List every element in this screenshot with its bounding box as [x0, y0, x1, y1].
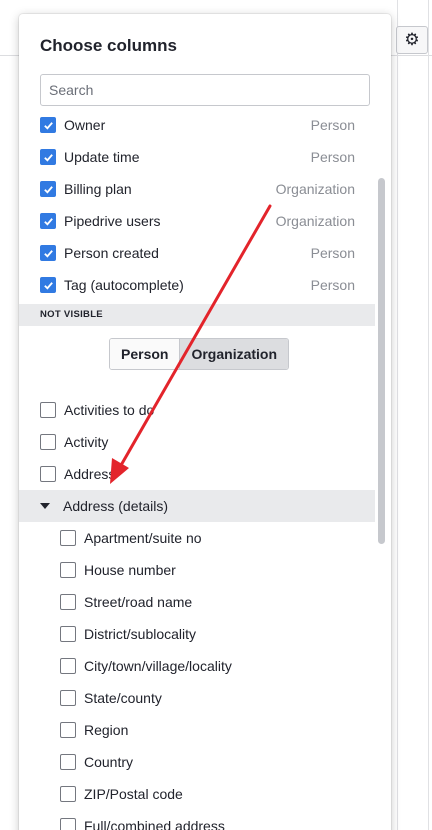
checkbox-unchecked[interactable] — [40, 466, 56, 482]
column-label: Billing plan — [64, 181, 132, 197]
checkbox-unchecked[interactable] — [60, 530, 76, 546]
checkbox-checked[interactable] — [40, 213, 56, 229]
column-row-country[interactable]: Country — [19, 746, 375, 778]
column-row-tag-autocomplete[interactable]: Tag (autocomplete) Person — [19, 269, 375, 301]
checkbox-checked[interactable] — [40, 149, 56, 165]
checkbox-unchecked[interactable] — [60, 562, 76, 578]
column-label: Full/combined address — [84, 818, 225, 830]
column-label: Street/road name — [84, 594, 193, 610]
caret-down-icon[interactable] — [40, 503, 50, 509]
column-label: Country — [84, 754, 134, 770]
column-label: State/county — [84, 690, 162, 706]
search-input[interactable] — [40, 74, 370, 106]
column-row-address[interactable]: Address — [19, 458, 375, 490]
column-label: Address — [64, 466, 116, 482]
column-row-region[interactable]: Region — [19, 714, 375, 746]
checkbox-unchecked[interactable] — [60, 690, 76, 706]
column-label: City/town/village/locality — [84, 658, 232, 674]
column-type: Person — [310, 149, 355, 165]
group-row-address-details[interactable]: Address (details) — [19, 490, 375, 522]
column-divider — [428, 0, 429, 830]
column-row-state-county[interactable]: State/county — [19, 682, 375, 714]
checkbox-unchecked[interactable] — [60, 722, 76, 738]
column-row-city-town-village-locality[interactable]: City/town/village/locality — [19, 650, 375, 682]
column-label: District/sublocality — [84, 626, 197, 642]
checkbox-checked[interactable] — [40, 181, 56, 197]
column-label: Owner — [64, 117, 106, 133]
checkbox-unchecked[interactable] — [60, 754, 76, 770]
column-row-street-road-name[interactable]: Street/road name — [19, 586, 375, 618]
column-row-update-time[interactable]: Update time Person — [19, 141, 375, 173]
column-label: Activity — [64, 434, 109, 450]
column-divider — [397, 0, 398, 830]
column-type: Organization — [275, 213, 355, 229]
check-icon — [43, 249, 53, 258]
column-label: Person created — [64, 245, 159, 261]
column-row-person-created[interactable]: Person created Person — [19, 237, 375, 269]
checkbox-unchecked[interactable] — [40, 434, 56, 450]
column-row-billing-plan[interactable]: Billing plan Organization — [19, 173, 375, 205]
choose-columns-popover: Choose columns Owner Person Update time … — [19, 14, 391, 830]
column-label: Activities to do — [64, 402, 155, 418]
popover-title: Choose columns — [40, 36, 177, 55]
column-list: Owner Person Update time Person Billing … — [19, 116, 375, 830]
check-icon — [43, 153, 53, 162]
column-row-apartment-suite-no[interactable]: Apartment/suite no — [19, 522, 375, 554]
column-row-full-combined-address[interactable]: Full/combined address — [19, 810, 375, 830]
checkbox-checked[interactable] — [40, 117, 56, 133]
column-type: Organization — [275, 181, 355, 197]
column-label: Pipedrive users — [64, 213, 161, 229]
column-label: Region — [84, 722, 129, 738]
check-icon — [43, 281, 53, 290]
checkbox-unchecked[interactable] — [60, 594, 76, 610]
column-row-owner[interactable]: Owner Person — [19, 116, 375, 141]
not-visible-section-header: NOT VISIBLE — [19, 304, 375, 326]
check-icon — [43, 185, 53, 194]
column-type: Person — [310, 117, 355, 133]
column-label: Apartment/suite no — [84, 530, 202, 546]
checkbox-unchecked[interactable] — [60, 786, 76, 802]
column-label: Tag (autocomplete) — [64, 277, 184, 293]
column-type: Person — [310, 245, 355, 261]
group-label: Address (details) — [63, 498, 169, 514]
gear-icon: ⚙ — [404, 30, 420, 49]
entity-filter-toggle: Person Organization — [109, 338, 290, 370]
column-row-district-sublocality[interactable]: District/sublocality — [19, 618, 375, 650]
checkbox-checked[interactable] — [40, 245, 56, 261]
column-row-activity[interactable]: Activity — [19, 426, 375, 458]
filter-tab-person[interactable]: Person — [110, 339, 180, 369]
column-row-zip-postal-code[interactable]: ZIP/Postal code — [19, 778, 375, 810]
checkbox-unchecked[interactable] — [60, 658, 76, 674]
checkbox-checked[interactable] — [40, 277, 56, 293]
check-icon — [43, 121, 53, 130]
checkbox-unchecked[interactable] — [60, 818, 76, 830]
column-settings-button[interactable]: ⚙ — [396, 26, 428, 54]
column-label: ZIP/Postal code — [84, 786, 183, 802]
column-row-activities-to-do[interactable]: Activities to do — [19, 394, 375, 426]
checkbox-unchecked[interactable] — [60, 626, 76, 642]
check-icon — [43, 217, 53, 226]
column-type: Person — [310, 277, 355, 293]
column-label: Update time — [64, 149, 140, 165]
column-row-pipedrive-users[interactable]: Pipedrive users Organization — [19, 205, 375, 237]
filter-tab-organization[interactable]: Organization — [179, 339, 289, 369]
column-row-house-number[interactable]: House number — [19, 554, 375, 586]
checkbox-unchecked[interactable] — [40, 402, 56, 418]
column-label: House number — [84, 562, 176, 578]
list-scrollbar[interactable] — [378, 178, 385, 544]
